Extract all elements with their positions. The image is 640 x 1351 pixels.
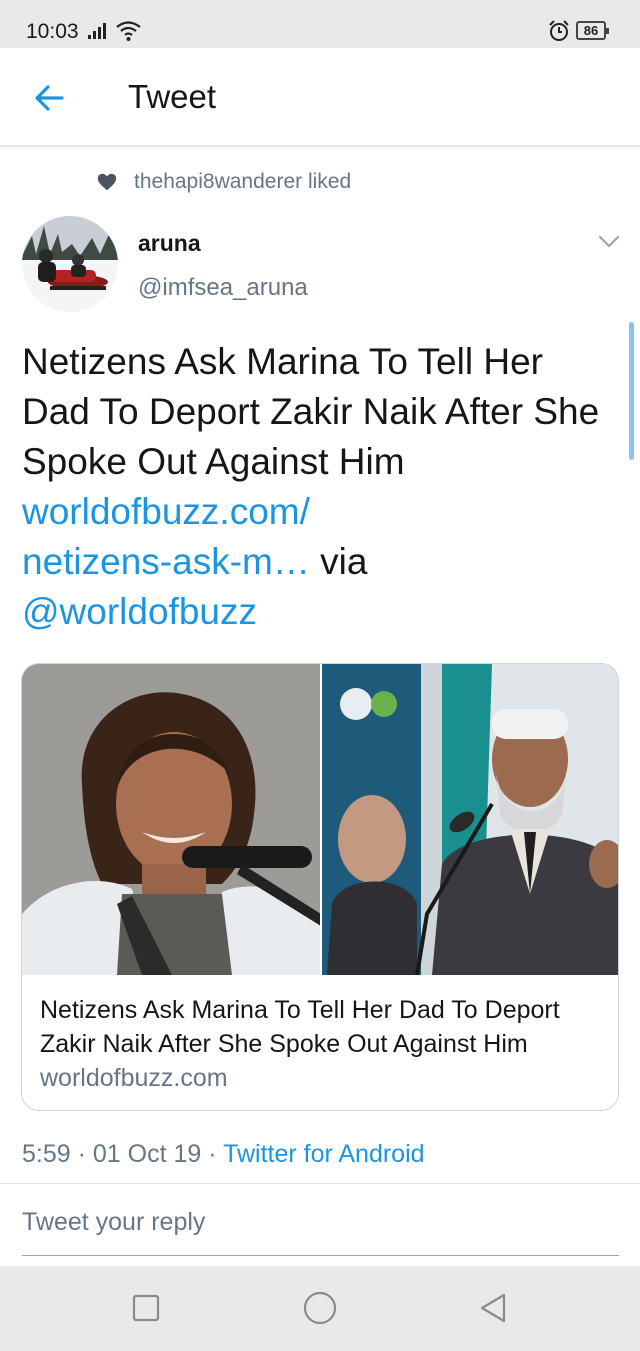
- battery-icon: 86: [576, 21, 609, 40]
- link-card[interactable]: Netizens Ask Marina To Tell Her Dad To D…: [21, 663, 619, 1111]
- tweet-date: 01 Oct 19: [92, 1140, 202, 1168]
- status-time: 10:03: [26, 20, 79, 43]
- avatar[interactable]: [22, 216, 118, 312]
- heart-icon: [97, 173, 117, 191]
- tweet-time: 5:59: [22, 1140, 71, 1168]
- scrollbar[interactable]: [629, 322, 634, 460]
- recent-apps-icon[interactable]: [128, 1290, 164, 1326]
- arrow-left-icon[interactable]: [28, 78, 68, 118]
- tweet-source[interactable]: Twitter for Android: [223, 1140, 424, 1168]
- tweet-via: via: [309, 541, 368, 582]
- meta-separator: ·: [70, 1140, 93, 1168]
- card-title[interactable]: Netizens Ask Marina To Tell Her Dad To D…: [40, 993, 605, 1061]
- divider: [0, 1183, 640, 1184]
- liked-by-text: thehapi8wanderer liked: [134, 170, 352, 193]
- tweet-meta: 5:59 · 01 Oct 19 · Twitter for Android: [22, 1140, 425, 1169]
- card-domain[interactable]: worldofbuzz.com: [40, 1064, 228, 1093]
- reply-underline: [22, 1255, 619, 1256]
- card-image[interactable]: [22, 664, 619, 975]
- tweet-text: Netizens Ask Marina To Tell Her Dad To D…: [22, 337, 612, 637]
- alarm-icon: [549, 20, 569, 41]
- page-title: Tweet: [128, 78, 217, 115]
- social-context[interactable]: thehapi8wanderer liked: [96, 168, 351, 196]
- reply-input[interactable]: Tweet your reply: [22, 1208, 205, 1237]
- tweet-body: Netizens Ask Marina To Tell Her Dad To D…: [22, 341, 600, 482]
- tweet-mention[interactable]: @worldofbuzz: [22, 591, 257, 632]
- tweet-link-part1[interactable]: worldofbuzz.com/: [22, 491, 310, 532]
- author-handle[interactable]: @imfsea_aruna: [138, 274, 308, 302]
- signal-icon: [88, 23, 106, 39]
- wifi-icon: [116, 21, 141, 41]
- author-name[interactable]: aruna: [138, 230, 201, 257]
- top-app-bar: Tweet: [0, 48, 640, 146]
- meta-separator: ·: [201, 1140, 224, 1168]
- tweet-link-part2[interactable]: netizens-ask-m…: [22, 541, 310, 582]
- back-triangle-icon[interactable]: [476, 1290, 512, 1326]
- status-bar: 10:03 86: [0, 0, 640, 48]
- tweet-link[interactable]: worldofbuzz.com/netizens-ask-m…: [22, 491, 310, 582]
- chevron-down-icon[interactable]: [596, 232, 622, 252]
- system-nav-bar: [0, 1266, 640, 1351]
- home-icon[interactable]: [302, 1290, 338, 1326]
